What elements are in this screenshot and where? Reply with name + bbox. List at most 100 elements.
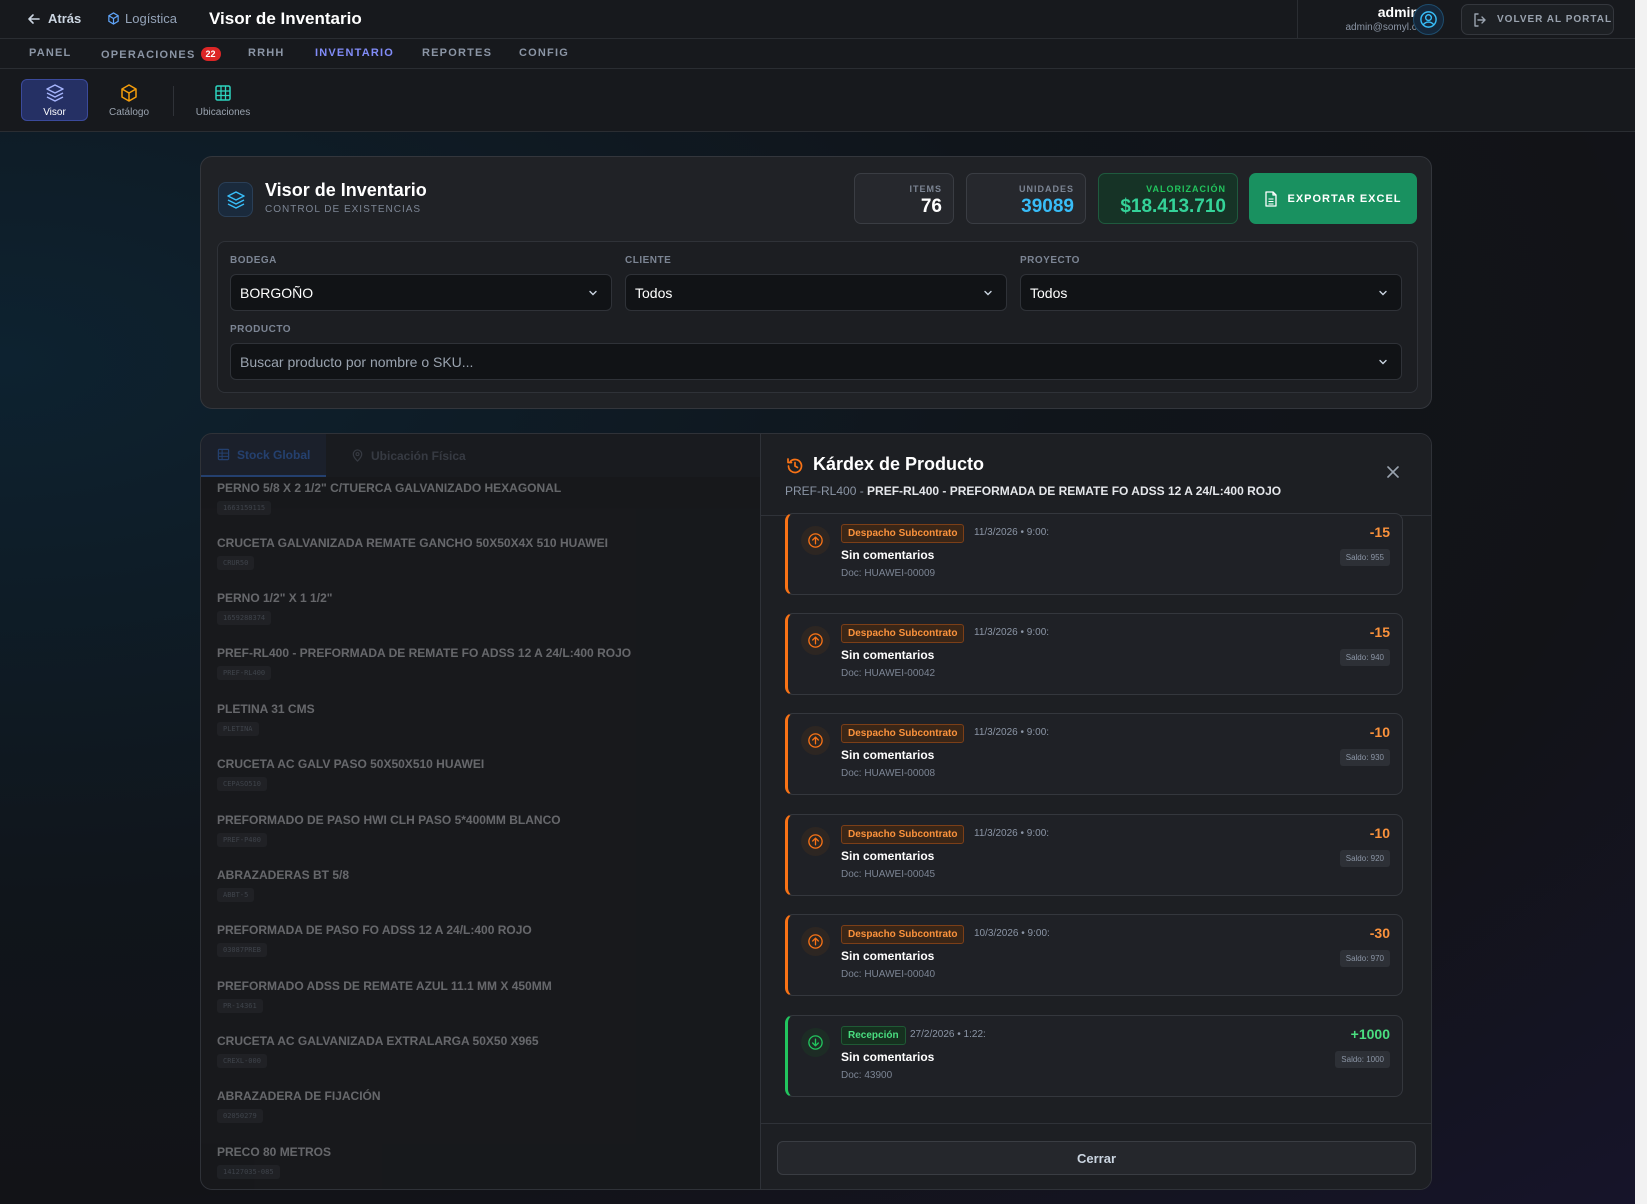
tab-operaciones[interactable]: OPERACIONES 22	[101, 47, 221, 61]
movement-type: Despacho Subcontrato	[841, 624, 965, 643]
product-name: PRECO 80 METROS	[217, 1145, 332, 1159]
movement-comment: Sin comentarios	[841, 648, 935, 662]
bodega-label: BODEGA	[230, 255, 277, 266]
movement-date: 11/3/2026 • 9:00:	[974, 828, 1050, 839]
bodega-select[interactable]: BORGOÑO	[230, 274, 612, 311]
user-info: admin admin@somyl.cl	[1345, 4, 1419, 33]
kardex-product: PREF-RL400 - PREF-RL400 - PREFORMADA DE …	[785, 484, 1282, 498]
product-row[interactable]: PRECO 80 METROS 14127035-085	[217, 1145, 331, 1179]
movement-balance: Saldo: 970	[1339, 950, 1390, 967]
tab-rrhh[interactable]: RRHH	[248, 47, 285, 59]
movement-qty: -15	[1369, 624, 1390, 640]
producto-label: PRODUCTO	[230, 324, 292, 335]
product-row[interactable]: PREFORMADA DE PASO FO ADSS 12 A 24/L:400…	[217, 923, 532, 957]
movement-type: Despacho Subcontrato	[841, 524, 965, 543]
product-row[interactable]: CRUCETA AC GALV PASO 50X50X510 HUAWEI CEP…	[217, 757, 484, 791]
export-excel-button[interactable]: EXPORTAR EXCEL	[1249, 173, 1417, 224]
arrow-up-circle-icon	[801, 927, 830, 956]
tab-reportes[interactable]: REPORTES	[422, 47, 492, 59]
stock-tabs: Stock Global Ubicación Física	[201, 434, 760, 477]
movement-qty: -30	[1369, 925, 1390, 941]
subnav-visor[interactable]: Visor	[21, 79, 88, 121]
product-row[interactable]: ABRAZADERA DE FIJACIÓN 02050279	[217, 1089, 381, 1123]
movement-comment: Sin comentarios	[841, 1050, 935, 1064]
product-sku: PLETINA	[217, 722, 259, 736]
history-icon	[787, 458, 803, 474]
close-button[interactable]: Cerrar	[777, 1141, 1416, 1175]
movement-doc: Doc: 43900	[841, 1070, 893, 1081]
product-row[interactable]: PREF-RL400 - PREFORMADA DE REMATE FO ADS…	[217, 646, 631, 680]
product-sku: CEPASO510	[217, 777, 267, 791]
select-value: BORGOÑO	[240, 284, 314, 301]
proyecto-select[interactable]: Todos	[1020, 274, 1402, 311]
product-name: ABRAZADERAS BT 5/8	[217, 868, 350, 882]
portal-label: VOLVER AL PORTAL	[1497, 14, 1613, 25]
tab-label: REPORTES	[422, 47, 493, 59]
kardex-product-name: PREF-RL400 - PREFORMADA DE REMATE FO ADS…	[867, 484, 1282, 498]
breadcrumb-label: Logística	[125, 11, 178, 26]
user-name: admin	[1377, 4, 1419, 20]
tab-panel[interactable]: PANEL	[29, 47, 71, 59]
notification-badge: 22	[200, 47, 221, 61]
product-row[interactable]: PERNO 1/2" X 1 1/2" 1659288374	[217, 591, 332, 625]
subnav-ubicaciones[interactable]: Ubicaciones	[187, 79, 259, 121]
chevron-down-icon	[984, 290, 992, 296]
movement-balance: Saldo: 920	[1339, 850, 1390, 867]
product-sku: CRUR50	[217, 556, 255, 570]
movement-qty: -10	[1369, 825, 1390, 841]
product-sku: 03087PREB	[217, 943, 267, 957]
product-row[interactable]: PLETINA 31 CMS PLETINA	[217, 702, 315, 736]
breadcrumb[interactable]: Logística	[107, 11, 177, 26]
valuation-stat: VALORIZACIÓN $18.413.710	[1098, 173, 1238, 224]
movement-comment: Sin comentarios	[841, 748, 935, 762]
tab-stock-global[interactable]: Stock Global	[201, 434, 327, 477]
user-circle-icon	[1420, 11, 1437, 28]
product-sku: 14127035-085	[217, 1165, 280, 1179]
content-panel: Stock Global Ubicación Física PERNO 5/8 …	[200, 433, 1432, 1190]
subnav-catalogo[interactable]: Catálogo	[99, 79, 159, 121]
subnav-label: Catálogo	[108, 106, 150, 118]
tab-ubicacion-fisica[interactable]: Ubicación Física	[335, 434, 482, 477]
product-sku: PREF-P400	[217, 833, 267, 847]
product-name: PREFORMADO DE PASO HWI CLH PASO 5*400MM …	[217, 813, 561, 827]
back-to-portal-button[interactable]: VOLVER AL PORTAL	[1461, 4, 1614, 35]
product-row[interactable]: PREFORMADO DE PASO HWI CLH PASO 5*400MM …	[217, 813, 561, 847]
close-icon[interactable]	[1385, 464, 1401, 480]
subnav-label: Visor	[43, 106, 66, 118]
product-row[interactable]: ABRAZADERAS BT 5/8 ABBT-5	[217, 868, 349, 902]
producto-search-select[interactable]: Buscar producto por nombre o SKU...	[230, 343, 1402, 380]
divider	[1297, 0, 1298, 39]
movement-comment: Sin comentarios	[841, 548, 935, 562]
kardex-title: Kárdex de Producto	[813, 454, 985, 474]
product-sku: PR-14361	[217, 999, 263, 1013]
product-name: CRUCETA AC GALVANIZADA EXTRALARGA 50X50 …	[217, 1034, 539, 1048]
product-row[interactable]: PREFORMADO ADSS DE REMATE AZUL 11.1 MM X…	[217, 979, 552, 1013]
kardex-movement: Despacho Subcontrato 11/3/2026 • 9:00: S…	[785, 613, 1403, 695]
chevron-down-icon	[1379, 290, 1387, 296]
avatar[interactable]	[1413, 4, 1444, 35]
product-name: PREF-RL400 - PREFORMADA DE REMATE FO ADS…	[217, 646, 632, 660]
page-scrollbar[interactable]	[1635, 0, 1647, 1204]
select-value: Todos	[635, 284, 673, 301]
product-sku: 1663159115	[217, 501, 272, 515]
cliente-select[interactable]: Todos	[625, 274, 1007, 311]
product-name: PREFORMADA DE PASO FO ADSS 12 A 24/L:400…	[217, 923, 532, 937]
kardex-movement: Despacho Subcontrato 11/3/2026 • 9:00: S…	[785, 814, 1403, 896]
kardex-movement: Despacho Subcontrato 11/3/2026 • 9:00: S…	[785, 513, 1403, 595]
map-pin-icon	[352, 449, 363, 462]
tab-inventario[interactable]: INVENTARIO	[315, 47, 394, 59]
stat-value: 39089	[1021, 196, 1074, 217]
select-value: Todos	[1030, 284, 1068, 301]
cube-icon	[108, 12, 119, 25]
product-row[interactable]: CRUCETA AC GALVANIZADA EXTRALARGA 50X50 …	[217, 1034, 539, 1068]
units-stat: UNIDADES 39089	[966, 173, 1086, 224]
product-row[interactable]: PERNO 5/8 X 2 1/2" C/TUERCA GALVANIZADO …	[217, 481, 561, 515]
product-row[interactable]: CRUCETA GALVANIZADA REMATE GANCHO 50X50X…	[217, 536, 608, 570]
arrow-up-circle-icon	[801, 526, 830, 555]
product-sku: 02050279	[217, 1109, 263, 1123]
tab-config[interactable]: CONFIG	[519, 47, 569, 59]
kardex-drawer: Kárdex de Producto PREF-RL400 - PREF-RL4…	[760, 434, 1431, 1189]
movement-comment: Sin comentarios	[841, 849, 935, 863]
movement-doc: Doc: HUAWEI-00009	[841, 568, 936, 579]
back-button[interactable]: Atrás	[27, 11, 81, 26]
